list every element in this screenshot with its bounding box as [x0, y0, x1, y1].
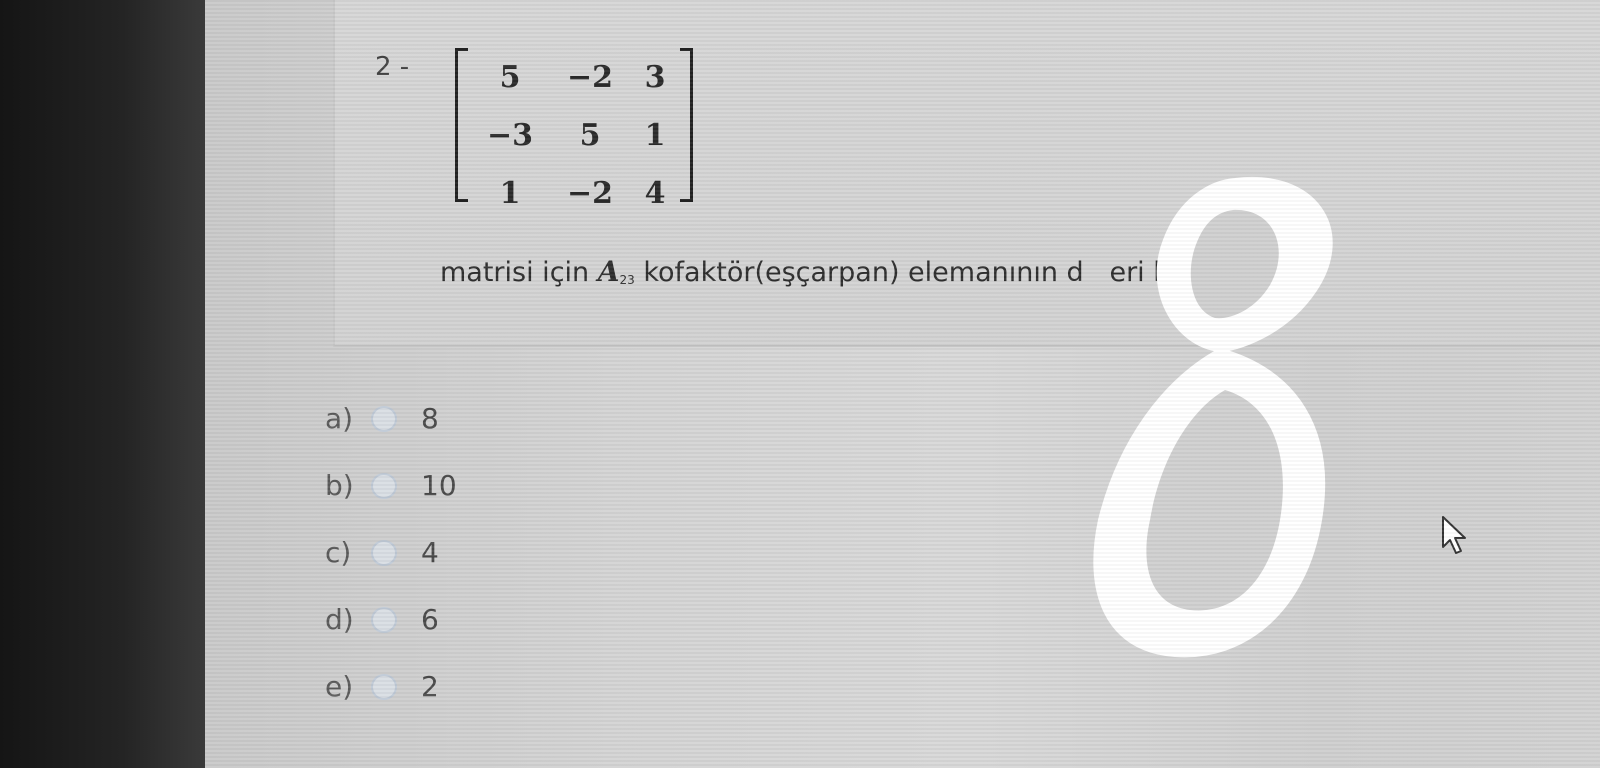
- matrix-cell: 5: [579, 117, 601, 153]
- radio-button[interactable]: [371, 472, 397, 499]
- option-letter: e): [325, 670, 354, 703]
- option-value: 2: [421, 670, 439, 703]
- question-text-after: kofaktör(eşçarpan) elemanının d: [643, 257, 1084, 288]
- option-letter: b): [325, 469, 354, 502]
- quiz-screen: 2 - 5 −2 3 −3 5 1 1 −2 4 matrisi için A2…: [205, 0, 1600, 768]
- cofactor-variable: A: [597, 255, 620, 288]
- radio-button[interactable]: [371, 539, 397, 566]
- matrix-left-bracket: [455, 48, 468, 202]
- monitor-bezel: [0, 0, 205, 768]
- cofactor-subscript: 23: [619, 273, 635, 287]
- radio-button[interactable]: [371, 405, 397, 432]
- matrix-cell: −2: [566, 175, 613, 211]
- option-c[interactable]: c) 4: [325, 519, 625, 586]
- matrix-cell: 4: [644, 175, 666, 211]
- handwritten-eight-overlay: [1093, 176, 1333, 658]
- matrix-cell: 1: [644, 117, 666, 153]
- option-value: 10: [421, 469, 457, 502]
- option-b[interactable]: b) 10: [325, 452, 625, 519]
- option-value: 4: [421, 536, 439, 569]
- option-a[interactable]: a) 8: [325, 385, 625, 452]
- matrix-cell: 3: [644, 59, 666, 95]
- mouse-pointer-icon: [1442, 516, 1466, 554]
- matrix-cell: 1: [499, 175, 521, 211]
- option-e[interactable]: e) 2: [325, 653, 625, 720]
- matrix-grid: 5 −2 3 −3 5 1 1 −2 4: [475, 48, 675, 211]
- matrix-cell: 5: [499, 59, 521, 95]
- question-card: 2 - 5 −2 3 −3 5 1 1 −2 4 matrisi için A2…: [333, 0, 1600, 347]
- radio-button[interactable]: [371, 606, 397, 633]
- matrix-cell: −3: [486, 117, 533, 153]
- option-value: 6: [421, 603, 439, 636]
- radio-button[interactable]: [371, 673, 397, 700]
- option-value: 8: [421, 402, 439, 435]
- matrix-right-bracket: [680, 48, 693, 202]
- option-letter: d): [325, 603, 354, 636]
- answer-options: a) 8 b) 10 c) 4 d) 6 e) 2: [325, 385, 625, 720]
- option-d[interactable]: d) 6: [325, 586, 625, 653]
- matrix-cell: −2: [566, 59, 613, 95]
- matrix: 5 −2 3 −3 5 1 1 −2 4: [455, 48, 693, 211]
- question-number: 2 -: [375, 52, 410, 82]
- question-text-before: matrisi için: [440, 257, 590, 288]
- option-letter: c): [325, 536, 352, 569]
- option-letter: a): [325, 402, 354, 435]
